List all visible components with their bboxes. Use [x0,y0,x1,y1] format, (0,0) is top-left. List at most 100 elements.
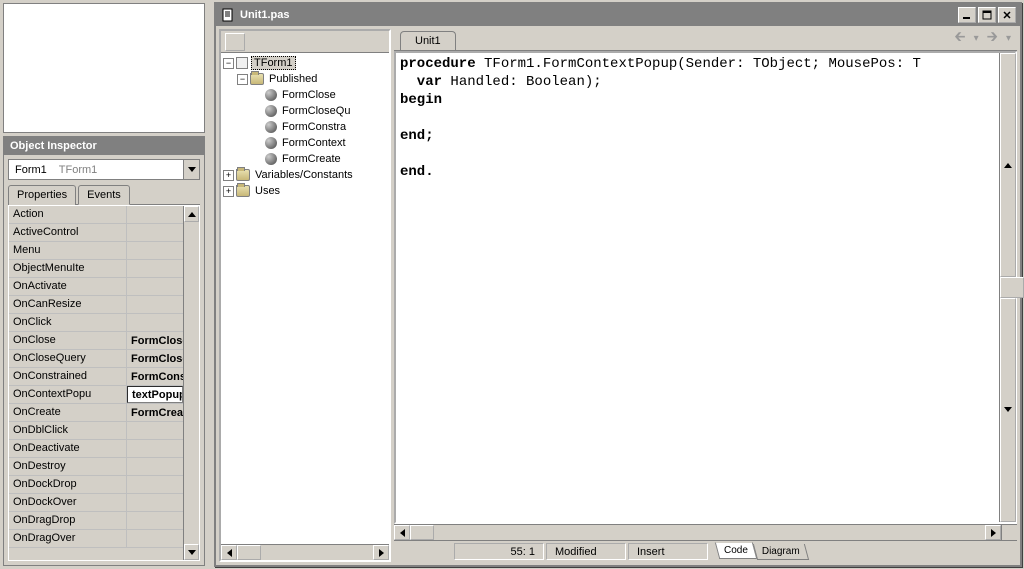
event-row[interactable]: OnConstrainedFormConstrai [9,368,183,386]
method-icon [265,153,277,165]
event-row[interactable]: OnDockOver [9,494,183,512]
event-value[interactable] [127,494,183,511]
event-row[interactable]: OnDragOver [9,530,183,548]
tree-node-method[interactable]: FormCreate [280,153,343,165]
event-row[interactable]: OnDblClick [9,422,183,440]
event-value[interactable]: FormCloseQue [127,350,183,367]
tab-properties[interactable]: Properties [8,185,76,205]
component-selector-dropdown[interactable] [183,160,199,179]
tree-horizontal-scrollbar[interactable] [221,544,389,560]
scroll-up-button[interactable] [1000,53,1016,277]
tree-toolbar-button[interactable] [225,33,245,51]
close-button[interactable] [998,7,1016,23]
maximize-button[interactable] [978,7,996,23]
event-value[interactable]: textPopup [127,386,183,403]
event-row[interactable]: OnDeactivate [9,440,183,458]
tree-node-class[interactable]: TForm1 [251,56,296,70]
event-value[interactable] [127,242,183,259]
event-value[interactable] [127,458,183,475]
scroll-left-button[interactable] [221,545,237,560]
bottom-tab-code[interactable]: Code [715,542,757,559]
folder-icon [236,169,250,181]
code-text: TForm1.FormContextPopup(Sender: TObject;… [476,56,921,72]
event-name: OnActivate [9,278,127,295]
event-value[interactable] [127,476,183,493]
event-row[interactable]: Menu [9,242,183,260]
tree-node-method[interactable]: FormCloseQu [280,105,352,117]
tree-node-uses[interactable]: Uses [253,185,282,197]
event-value[interactable] [127,422,183,439]
file-tab-unit1[interactable]: Unit1 [400,31,456,50]
event-value[interactable] [127,440,183,457]
class-icon [236,57,248,69]
events-scrollbar[interactable] [183,206,199,560]
event-row[interactable]: OnActivate [9,278,183,296]
tree-node-method[interactable]: FormConstra [280,121,348,133]
event-value[interactable] [127,512,183,529]
code-editor[interactable]: procedure TForm1.FormContextPopup(Sender… [396,53,999,522]
tree-node-method[interactable]: FormClose [280,89,338,101]
tree-node-method[interactable]: FormContext [280,137,348,149]
code-horizontal-scrollbar[interactable] [394,524,1017,540]
event-row[interactable]: OnCloseQueryFormCloseQue [9,350,183,368]
statusbar: 55: 1 Modified Insert Code Diagram [394,540,1017,562]
event-name: OnDeactivate [9,440,127,457]
nav-forward-button[interactable]: 🡲 [987,26,998,50]
event-value[interactable]: FormConstrai [127,368,183,385]
bottom-tab-diagram[interactable]: Diagram [753,544,809,560]
event-value[interactable]: FormClose [127,332,183,349]
event-name: ObjectMenuIte [9,260,127,277]
event-row[interactable]: ObjectMenuIte [9,260,183,278]
event-value[interactable] [127,206,183,223]
nav-back-button[interactable]: 🡰 [954,26,965,50]
event-value[interactable] [127,314,183,331]
scroll-down-button[interactable] [184,544,199,560]
tree-node-vars[interactable]: Variables/Constants [253,169,355,181]
scroll-down-button[interactable] [1000,298,1016,522]
tree-node-published[interactable]: Published [267,73,319,85]
event-value[interactable] [127,260,183,277]
nav-forward-dropdown[interactable]: ▾ [1006,33,1011,44]
event-value[interactable] [127,224,183,241]
status-cursor-position: 55: 1 [454,543,544,560]
triangle-left-icon [400,529,405,537]
expand-toggle[interactable]: + [223,170,234,181]
scroll-right-button[interactable] [373,545,389,560]
event-row[interactable]: OnCanResize [9,296,183,314]
event-name: OnDragOver [9,530,127,547]
event-row[interactable]: OnContextPoputextPopup [9,386,183,404]
event-row[interactable]: OnCreateFormCreate [9,404,183,422]
scroll-right-button[interactable] [985,525,1001,540]
event-value[interactable] [127,296,183,313]
component-selector[interactable]: Form1 TForm1 [8,159,200,180]
event-row[interactable]: OnCloseFormClose [9,332,183,350]
nav-back-dropdown[interactable]: ▾ [974,33,979,44]
component-type: TForm1 [53,162,183,178]
triangle-down-icon [1004,407,1012,412]
event-row[interactable]: OnDragDrop [9,512,183,530]
scroll-thumb[interactable] [237,545,261,560]
event-name: OnDockOver [9,494,127,511]
code-vertical-scrollbar[interactable] [999,53,1015,522]
scroll-thumb[interactable] [1000,277,1024,297]
scroll-left-button[interactable] [394,525,410,540]
event-value[interactable] [127,278,183,295]
code-editor-window: Unit1.pas −TForm1 −Published FormCloseFo… [214,2,1022,567]
event-row[interactable]: ActiveControl [9,224,183,242]
event-value[interactable]: FormCreate [127,404,183,421]
tab-events[interactable]: Events [78,185,130,205]
expand-toggle[interactable]: − [223,58,234,69]
minimize-button[interactable] [958,7,976,23]
event-row[interactable]: Action [9,206,183,224]
scroll-up-button[interactable] [184,206,199,222]
scroll-thumb[interactable] [410,525,434,540]
event-row[interactable]: OnClick [9,314,183,332]
event-row[interactable]: OnDestroy [9,458,183,476]
expand-toggle[interactable]: + [223,186,234,197]
expand-toggle[interactable]: − [237,74,248,85]
code-explorer-tree[interactable]: −TForm1 −Published FormCloseFormCloseQuF… [221,53,389,544]
event-value[interactable] [127,530,183,547]
file-tabs: Unit1 🡰 ▾ 🡲 ▾ [394,29,1017,51]
window-titlebar[interactable]: Unit1.pas [216,4,1020,26]
event-row[interactable]: OnDockDrop [9,476,183,494]
